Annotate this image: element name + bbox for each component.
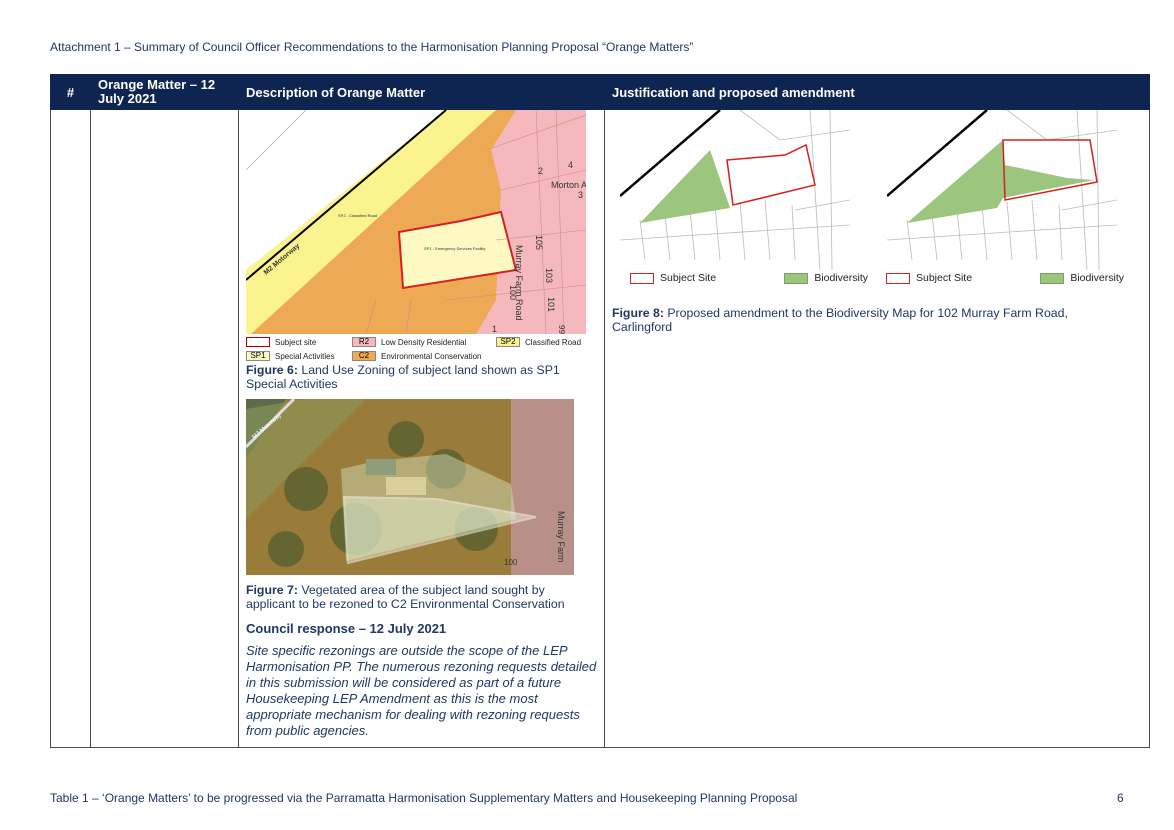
col-description-header: Description of Orange Matter [238,74,605,110]
aerial-label-lot: 100 [504,558,518,567]
document-footer: Table 1 – ‘Orange Matters’ to be progres… [50,791,798,805]
legend-swatch-subject-site [630,272,654,284]
map-label-1: 1 [492,324,497,334]
figure6-caption: Figure 6: Land Use Zoning of subject lan… [246,363,597,391]
legend-subject-site: Subject Site [916,272,973,284]
figure6-label: Figure 6: [246,363,298,377]
legend-swatch-sp2: SP2 [496,337,520,347]
figure7-caption: Figure 7: Vegetated area of the subject … [246,583,597,611]
map-label-3: 3 [578,190,583,200]
orange-matters-table: # Orange Matter – 12 July 2021 Descripti… [50,74,1150,748]
map-label-morton: Morton A [551,180,586,190]
council-response-heading: Council response – 12 July 2021 [246,621,447,636]
legend-swatch-subject [246,337,270,347]
map-label-murray: Murray Farm Road [514,245,524,321]
map-label-105: 105 [534,235,544,250]
col-number-header: # [50,74,91,110]
map-label-2: 2 [538,166,543,176]
map-label-100: 100 [508,285,518,300]
legend-subject: Subject site [275,337,317,347]
figure8-label: Figure 8: [612,306,664,320]
map-label-sp2: SP2 - Classified Road [338,213,377,218]
biodiversity-map-proposed [887,110,1142,270]
legend-swatch-sp1: SP1 [246,351,270,361]
page-number: 6 [1117,791,1124,805]
legend-swatch-biodiversity [784,272,809,284]
table-row: M2 Motorway SP2 - Classified Road SP1 - … [50,109,1150,748]
number-cell [50,109,91,748]
zoning-map: M2 Motorway SP2 - Classified Road SP1 - … [246,110,586,334]
col-orange-matter-header: Orange Matter – 12 July 2021 [90,74,239,110]
map-label-99: 99 [557,325,566,334]
aerial-photo: M2 Motorway Murray Farm 100 [246,399,574,575]
figure7-label: Figure 7: [246,583,298,597]
legend-sp2: Classified Road [525,337,582,347]
orange-matter-cell [90,109,239,748]
biodiversity-legend-existing: Subject Site Biodiversity [612,272,886,284]
legend-biodiversity: Biodiversity [1070,272,1124,284]
table-header-row: # Orange Matter – 12 July 2021 Descripti… [50,74,1150,110]
figure8-text: Proposed amendment to the Biodiversity M… [612,306,1068,334]
map-label-103: 103 [544,268,554,283]
biodiversity-legend-proposed: Subject Site Biodiversity [886,272,1142,284]
map-label-4: 4 [568,160,573,170]
council-response-text: Site specific rezonings are outside the … [246,643,597,738]
figure8-caption: Figure 8: Proposed amendment to the Biod… [612,306,1082,334]
legend-biodiversity: Biodiversity [814,272,868,284]
legend-swatch-subject-site [886,272,910,284]
description-cell: M2 Motorway SP2 - Classified Road SP1 - … [238,109,605,748]
legend-sp1: Special Activities [275,351,335,361]
legend-r2: Low Density Residential [381,337,467,347]
legend-subject-site: Subject Site [660,272,717,284]
zoning-legend: Subject site R2 Low Density Residential S… [246,335,597,363]
document-header: Attachment 1 – Summary of Council Office… [50,40,694,54]
map-label-sp1: SP1 - Emergency Services Facility [424,246,485,251]
map-label-101: 101 [546,297,556,312]
col-justification-header: Justification and proposed amendment [604,74,1150,110]
legend-swatch-c2: C2 [352,351,376,361]
legend-swatch-biodiversity [1040,272,1065,284]
aerial-label-road: Murray Farm [556,511,566,563]
justification-cell: Subject Site Biodiversity Subject Site B… [604,109,1150,748]
legend-c2: Environmental Conservation [381,351,482,361]
biodiversity-map-existing [612,110,867,270]
legend-swatch-r2: R2 [352,337,376,347]
